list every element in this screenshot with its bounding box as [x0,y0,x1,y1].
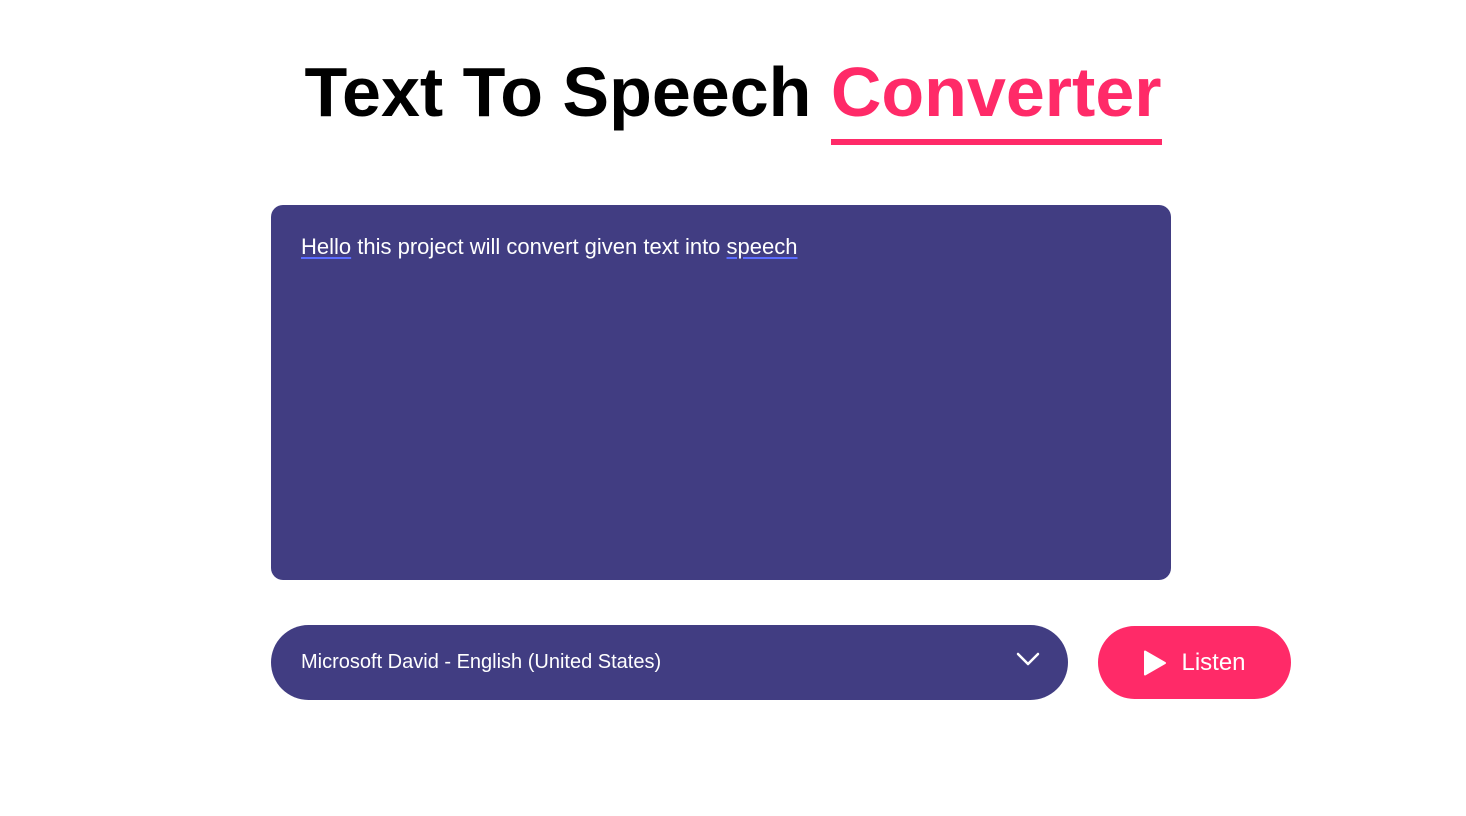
page: Text To Speech Converter Hello this proj… [0,0,1466,816]
chevron-down-icon [1016,652,1040,666]
title-accent: Converter [830,53,1162,145]
page-title: Text To Speech Converter [0,52,1466,145]
listen-button-label: Listen [1181,648,1246,676]
voice-select[interactable]: Microsoft David - English (United States… [271,625,1068,700]
text-body: this project will convert given text int… [351,234,727,259]
listen-button[interactable]: Listen [1098,626,1291,699]
text-word-hello: Hello [301,234,352,259]
play-icon [1144,650,1167,675]
text-word-speech: speech [726,234,798,259]
title-main: Text To Speech [304,53,812,131]
text-input[interactable]: Hello this project will convert given te… [271,205,1171,580]
voice-select-value: Microsoft David - English (United States… [301,651,662,673]
